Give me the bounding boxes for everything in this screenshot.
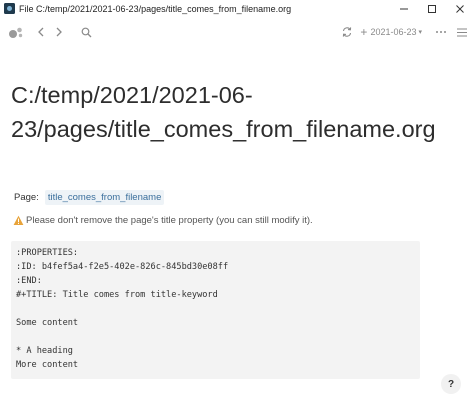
more-icon[interactable] [432, 21, 450, 43]
journal-date-button[interactable]: + 2021-06-23 ▾ [360, 26, 422, 38]
back-icon[interactable] [32, 21, 50, 43]
page-title[interactable]: C:/temp/2021/2021-06-23/pages/title_come… [11, 78, 436, 146]
code-line: More content [16, 360, 79, 370]
chevron-down-icon: ▾ [418, 29, 422, 36]
page-property: Page: title_comes_from_filename [14, 190, 165, 205]
code-line: :ID: b4fef5a4-f2e5-402e-826c-845bd30e08f… [16, 262, 229, 272]
window-titlebar: File C:/temp/2021/2021-06-23/pages/title… [0, 0, 474, 17]
app-icon [3, 3, 15, 15]
page-content-block[interactable]: :PROPERTIES: :ID: b4fef5a4-f2e5-402e-826… [11, 241, 420, 379]
menu-icon[interactable] [454, 21, 470, 43]
journal-date-label: 2021-06-23 [370, 27, 417, 37]
maximize-icon[interactable] [418, 0, 446, 17]
code-line: * A heading [16, 346, 73, 356]
code-line: #+TITLE: Title comes from title-keyword [16, 290, 218, 300]
code-line: :PROPERTIES: [16, 248, 79, 258]
code-line: Some content [16, 318, 79, 328]
window-title: File C:/temp/2021/2021-06-23/pages/title… [19, 3, 292, 14]
title-warning: Please don't remove the page's title pro… [13, 215, 313, 226]
minimize-icon[interactable] [390, 0, 418, 17]
warning-icon [13, 215, 24, 226]
help-button[interactable]: ? [441, 374, 461, 394]
sync-icon[interactable] [338, 21, 356, 43]
property-key: Page: [14, 192, 39, 203]
forward-icon[interactable] [50, 21, 68, 43]
code-line: :END: [16, 276, 42, 286]
plus-icon: + [360, 25, 368, 39]
app-toolbar: + 2021-06-23 ▾ [0, 21, 474, 43]
warning-text: Please don't remove the page's title pro… [26, 215, 313, 226]
property-value-link[interactable]: title_comes_from_filename [44, 190, 165, 205]
sidebar-toggle-icon[interactable] [6, 21, 26, 43]
close-icon[interactable] [446, 0, 474, 17]
search-icon[interactable] [76, 21, 96, 43]
